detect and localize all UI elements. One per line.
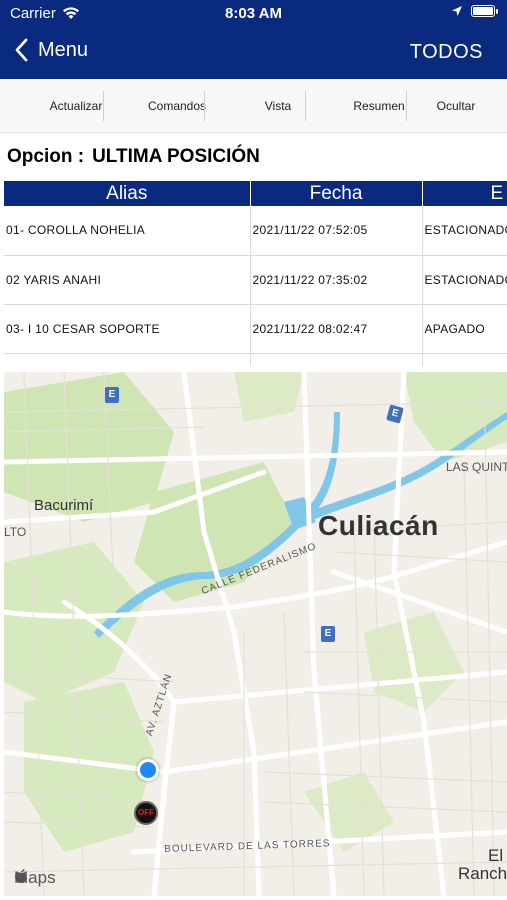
back-button-label: Menu [38, 38, 89, 61]
location-arrow-icon [452, 6, 462, 16]
cell-fecha [250, 353, 423, 366]
current-location-dot [137, 759, 159, 781]
table-header-row: Alias Fecha E [4, 181, 507, 206]
toolbar-comandos[interactable]: Comandos [140, 79, 214, 133]
cell-estado: ESTACIONADO [422, 255, 507, 305]
toolbar-actualizar[interactable]: Actualizar [40, 79, 112, 133]
poi-marker[interactable]: E [105, 387, 119, 403]
navigation-bar: Carrier 8:03 AM Menu TODOS [0, 0, 507, 79]
toolbar-ocultar[interactable]: Ocultar [425, 79, 487, 133]
toolbar-vista[interactable]: Vista [250, 79, 306, 133]
table-row[interactable]: 03- I 10 CESAR SOPORTE 2021/11/22 08:02:… [4, 304, 507, 354]
chevron-left-icon [15, 38, 28, 62]
map-base [4, 372, 507, 896]
apple-icon [15, 869, 27, 883]
cell-alias [4, 353, 251, 366]
toolbar-separator [204, 91, 205, 121]
cell-estado [422, 353, 507, 366]
vehicles-table: Alias Fecha E 01- COROLLA NOHELIA 2021/1… [4, 181, 507, 366]
map-label-el: El [488, 846, 504, 865]
column-header-fecha: Fecha [250, 181, 423, 206]
column-header-estado: E [422, 181, 507, 206]
map-label-ranch: Ranch [458, 864, 507, 883]
toolbar: Actualizar Comandos Vista Resumen Oculta… [0, 79, 507, 133]
todos-button[interactable]: TODOS [410, 41, 483, 64]
map-label-bacurimi: Bacurimí [34, 497, 94, 514]
poi-marker[interactable]: E [321, 626, 335, 642]
cell-fecha: 2021/11/22 07:35:02 [250, 255, 423, 305]
map-label-lto: LTO [4, 525, 27, 539]
toolbar-resumen[interactable]: Resumen [344, 79, 414, 133]
option-label: Opcion : [7, 146, 85, 167]
vehicle-marker[interactable]: OFF [134, 801, 158, 825]
map-label-las-quint: LAS QUINT [446, 460, 507, 474]
cell-estado: ESTACIONADO [422, 206, 507, 256]
map-label-city: Culiacán [318, 510, 439, 541]
cell-alias: 02 YARIS ANAHI [4, 255, 251, 305]
status-bar: Carrier 8:03 AM [0, 0, 507, 28]
battery-icon [471, 5, 498, 17]
toolbar-separator [406, 91, 407, 121]
cell-fecha: 2021/11/22 07:52:05 [250, 206, 423, 256]
option-value: ULTIMA POSICIÓN [92, 146, 260, 167]
apple-maps-logo: Maps [14, 868, 56, 888]
column-header-alias: Alias [4, 181, 251, 206]
table-row[interactable] [4, 353, 507, 366]
map-view[interactable]: Culiacán Bacurimí LTO LAS QUINT CALLE FE… [4, 372, 507, 896]
cell-estado: APAGADO [422, 304, 507, 354]
cell-alias: 03- I 10 CESAR SOPORTE [4, 304, 251, 354]
cell-alias: 01- COROLLA NOHELIA [4, 206, 251, 256]
toolbar-separator [103, 91, 104, 121]
app-screen: Carrier 8:03 AM Menu TODOS Actualizar Co… [0, 0, 507, 900]
status-right [451, 5, 498, 17]
cell-fecha: 2021/11/22 08:02:47 [250, 304, 423, 354]
option-heading: Opcion : ULTIMA POSICIÓN [7, 146, 268, 168]
table-row[interactable]: 02 YARIS ANAHI 2021/11/22 07:35:02 ESTAC… [4, 255, 507, 305]
status-time: 8:03 AM [225, 5, 282, 22]
back-button[interactable]: Menu [14, 38, 88, 62]
table-row[interactable]: 01- COROLLA NOHELIA 2021/11/22 07:52:05 … [4, 206, 507, 256]
toolbar-separator [305, 91, 306, 121]
